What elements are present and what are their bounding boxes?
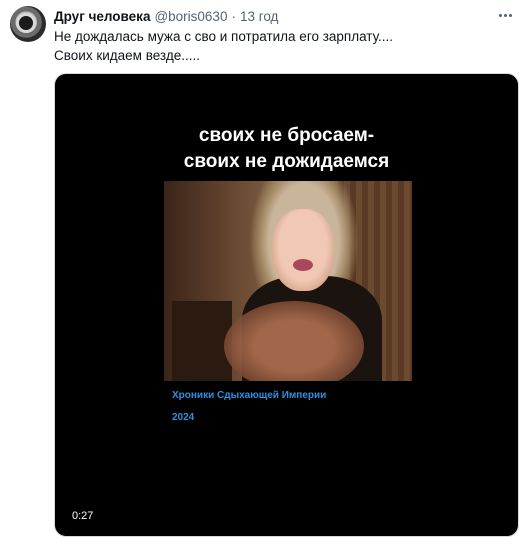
video-duration-badge: 0:27: [67, 508, 99, 524]
user-handle[interactable]: @boris0630: [154, 9, 227, 24]
avatar[interactable]: [10, 6, 46, 42]
video-caption-line: своих не бросаем-: [198, 125, 375, 146]
video-caption-line: своих не дожидаемся: [183, 151, 390, 172]
face: [272, 209, 334, 291]
channel-watermark: Хроники Сдыхающей Империи: [172, 390, 327, 401]
separator: ·: [231, 8, 236, 24]
lips: [293, 259, 313, 271]
tweet-text-line: Не дождалась мужа с сво и потратила его …: [54, 29, 394, 44]
video-player[interactable]: своих не бросаем- своих не дожидаемся Хр…: [54, 73, 519, 537]
more-dot: [498, 13, 502, 17]
more-dot: [503, 13, 507, 17]
tweet-header: Друг человека @boris0630 · 13 год: [54, 6, 278, 26]
display-name[interactable]: Друг человека: [54, 9, 150, 24]
tweet-text-line: Своих кидаем везде.....: [54, 48, 200, 63]
background-door: [172, 301, 232, 381]
more-dot: [508, 13, 512, 17]
tweet-text: Не дождалась мужа с сво и потратила его …: [54, 27, 514, 65]
blurred-hand: [224, 301, 364, 381]
video-frame: [164, 181, 412, 381]
tweet: Друг человека @boris0630 · 13 год Не дож…: [0, 0, 529, 544]
channel-year: 2024: [172, 412, 195, 423]
more-options-icon[interactable]: [495, 8, 515, 22]
tweet-timestamp[interactable]: 13 год: [240, 9, 278, 24]
